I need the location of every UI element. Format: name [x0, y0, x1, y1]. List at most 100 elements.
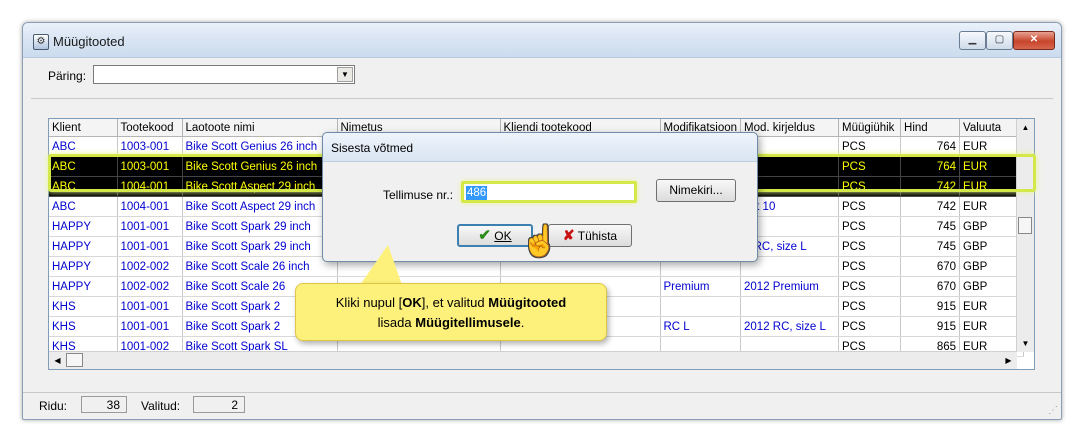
table-cell: 1004-001	[117, 176, 183, 197]
table-cell: EUR	[959, 136, 1025, 157]
table-cell	[660, 296, 742, 317]
table-cell: 670	[900, 256, 961, 277]
query-label: Päring:	[48, 69, 87, 83]
order-number-input[interactable]: 486	[461, 181, 637, 203]
table-cell: 764	[900, 156, 961, 177]
column-header[interactable]: Valuuta	[959, 119, 1025, 137]
scroll-right-icon[interactable]: ▶	[1000, 352, 1017, 369]
table-cell: PCS	[838, 276, 902, 297]
table-cell: PCS	[838, 296, 902, 317]
table-cell: ABC	[49, 156, 118, 177]
table-cell: KHS	[49, 316, 118, 337]
query-select[interactable]: ▼	[93, 65, 355, 84]
column-header[interactable]: Klient	[49, 119, 118, 137]
minimize-button[interactable]: ▁	[959, 31, 986, 50]
status-bar: Ridu: 38 Valitud: 2 ⋰	[23, 392, 1061, 419]
table-cell: 2012 RC, size L	[740, 316, 840, 337]
table-cell: GBP	[959, 256, 1025, 277]
callout-tail	[360, 245, 402, 285]
table-cell: EUR	[959, 176, 1025, 197]
table-cell: PCS	[838, 216, 902, 237]
table-cell: EUR	[959, 296, 1025, 317]
callout-text: .	[520, 315, 525, 330]
table-cell: GBP	[959, 216, 1025, 237]
table-cell: PCS	[838, 316, 902, 337]
table-cell: ABC	[49, 136, 118, 157]
table-cell: 1001-001	[117, 216, 183, 237]
table-cell: HAPPY	[49, 276, 118, 297]
table-cell: KHS	[49, 296, 118, 317]
callout-text-bold: Müügitooted	[488, 295, 567, 310]
window-title: Müügitooted	[53, 34, 125, 49]
table-cell: 670	[900, 276, 961, 297]
table-cell: 745	[900, 236, 961, 257]
close-button[interactable]: ✕	[1013, 31, 1055, 50]
table-cell: PCS	[838, 196, 902, 217]
title-bar: ⚙ Müügitooted ▁ ▢ ✕	[23, 23, 1061, 58]
selected-count-label: Valitud:	[141, 399, 181, 413]
table-cell: HAPPY	[49, 216, 118, 237]
column-header[interactable]: Müügiühik	[838, 119, 902, 137]
resize-grip-icon[interactable]: ⋰	[1048, 405, 1058, 416]
table-cell: 1002-002	[117, 256, 183, 277]
scroll-left-icon[interactable]: ◀	[49, 352, 66, 369]
ok-button-label: OK	[494, 229, 512, 243]
horizontal-scroll-thumb[interactable]	[66, 353, 83, 367]
scroll-down-icon[interactable]: ▼	[1017, 335, 1034, 352]
table-cell: EUR	[959, 156, 1025, 177]
order-number-label: Tellimuse nr.:	[383, 188, 454, 202]
scroll-up-icon[interactable]: ▲	[1017, 119, 1034, 136]
horizontal-scrollbar[interactable]: ◀ ▶	[49, 351, 1017, 369]
vertical-scrollbar[interactable]: ▲ ▼	[1016, 119, 1034, 352]
table-cell: 1001-001	[117, 296, 183, 317]
column-header[interactable]: Tootekood	[117, 119, 183, 137]
table-cell: EUR	[959, 196, 1025, 217]
cancel-button[interactable]: ✘ Tühista	[548, 224, 632, 247]
table-cell: PCS	[838, 176, 902, 197]
instruction-callout: Kliki nupul [OK], et valitud Müügitooted…	[295, 283, 607, 341]
table-cell: 742	[900, 176, 961, 197]
table-cell: GBP	[959, 276, 1025, 297]
table-cell: ABC	[49, 196, 118, 217]
table-cell: 915	[900, 296, 961, 317]
app-icon: ⚙	[33, 34, 49, 50]
table-cell: Bike Scott Scale 26 inch	[182, 256, 338, 277]
table-cell: EUR	[959, 316, 1025, 337]
column-header[interactable]: Hind	[900, 119, 961, 137]
column-header[interactable]: Laotoote nimi	[182, 119, 338, 137]
table-cell: Bike Scott Genius 26 inch	[182, 136, 338, 157]
table-cell: 2012 Premium	[740, 276, 840, 297]
rows-count-value: 38	[81, 396, 127, 413]
divider	[31, 98, 1053, 99]
order-number-value: 486	[466, 186, 488, 200]
table-cell: ABC	[49, 176, 118, 197]
callout-text: ], et valitud	[421, 295, 489, 310]
table-cell: PCS	[838, 156, 902, 177]
table-cell: 764	[900, 136, 961, 157]
table-cell: Bike Scott Genius 26 inch	[182, 156, 338, 177]
table-cell: HAPPY	[49, 256, 118, 277]
table-cell: 1001-001	[117, 316, 183, 337]
cross-icon: ✘	[562, 227, 575, 243]
list-button[interactable]: Nimekiri...	[656, 179, 736, 202]
checkmark-icon: ✔	[478, 227, 491, 244]
table-cell: PCS	[838, 256, 902, 277]
callout-text: lisada	[377, 315, 416, 330]
hand-cursor-icon: ☝	[521, 225, 559, 258]
table-cell: Bike Scott Aspect 29 inch	[182, 196, 338, 217]
callout-text-bold: Müügitellimusele	[415, 315, 521, 330]
table-cell: RC L	[660, 316, 742, 337]
callout-text-bold: OK	[402, 295, 422, 310]
cancel-button-label: Tühista	[577, 229, 618, 243]
table-cell: 1003-001	[117, 156, 183, 177]
maximize-button[interactable]: ▢	[986, 31, 1013, 50]
table-cell: 745	[900, 216, 961, 237]
table-cell: 1002-002	[117, 276, 183, 297]
chevron-down-icon[interactable]: ▼	[337, 67, 353, 82]
table-cell: 742	[900, 196, 961, 217]
vertical-scroll-thumb[interactable]	[1018, 217, 1032, 234]
table-cell: Bike Scott Aspect 29 inch	[182, 176, 338, 197]
dialog-title-bar: Sisesta võtmed	[323, 133, 757, 162]
table-cell: Bike Scott Spark 29 inch	[182, 236, 338, 257]
table-cell: GBP	[959, 236, 1025, 257]
